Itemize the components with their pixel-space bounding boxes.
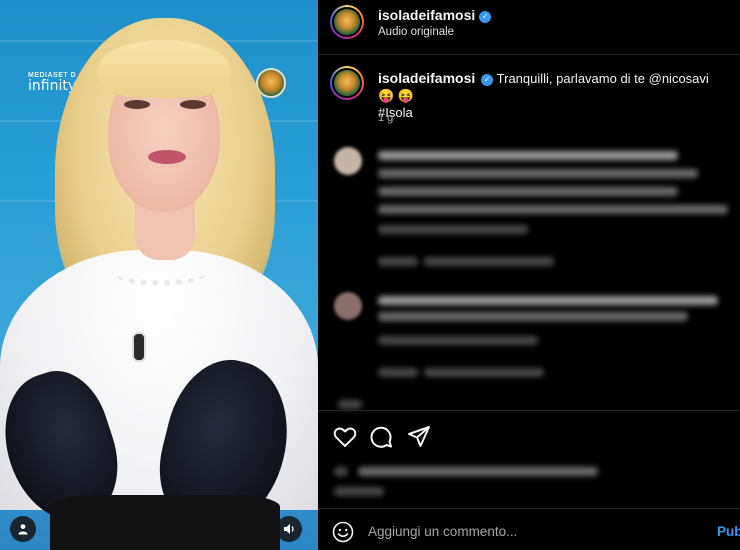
comment-icon[interactable] (368, 424, 394, 450)
channel-logo: MEDIASET D infinity (28, 72, 77, 94)
header-user-block: isoladeifamosi ✓ (378, 7, 492, 25)
post-media-video[interactable]: MEDIASET D infinity (0, 0, 318, 550)
comment-avatar[interactable] (334, 292, 362, 320)
user-icon (18, 524, 28, 535)
user-tag-button[interactable] (10, 516, 36, 542)
verified-badge-icon: ✓ (479, 11, 492, 23)
presenter-lips (148, 150, 186, 164)
post-caption: isoladeifamosi ✓ Tranquilli, parlavamo di… (378, 70, 728, 121)
caption-username[interactable]: isoladeifamosi (378, 70, 475, 86)
header-username[interactable]: isoladeifamosi (378, 7, 475, 23)
caption-avatar-icon[interactable] (330, 66, 364, 100)
comment-avatar[interactable] (334, 147, 362, 175)
audio-toggle-button[interactable] (276, 516, 302, 542)
caption-timestamp[interactable]: 1 g (378, 112, 393, 124)
post-side-panel: isoladeifamosi ✓ Audio originale isoladei… (318, 0, 740, 550)
share-icon[interactable] (406, 424, 432, 450)
presenter-skirt (50, 495, 280, 550)
emoji-icon[interactable] (332, 521, 354, 543)
verified-badge-icon: ✓ (481, 74, 494, 86)
comment-input[interactable] (368, 519, 698, 543)
speaker-icon (283, 524, 294, 534)
post-header: isoladeifamosi ✓ Audio originale (318, 0, 740, 55)
post-actions (318, 410, 740, 518)
presenter-eye-left (124, 100, 150, 109)
profile-avatar-icon[interactable] (330, 5, 364, 39)
presenter-bangs (98, 40, 230, 98)
microphone (132, 332, 146, 362)
audio-label[interactable]: Audio originale (378, 26, 454, 38)
publish-button[interactable]: Pubblica (717, 524, 740, 539)
add-comment-bar: Pubblica (318, 508, 740, 550)
presenter-necklace (112, 258, 208, 286)
heart-icon[interactable] (332, 424, 358, 450)
presenter-eye-right (180, 100, 206, 109)
